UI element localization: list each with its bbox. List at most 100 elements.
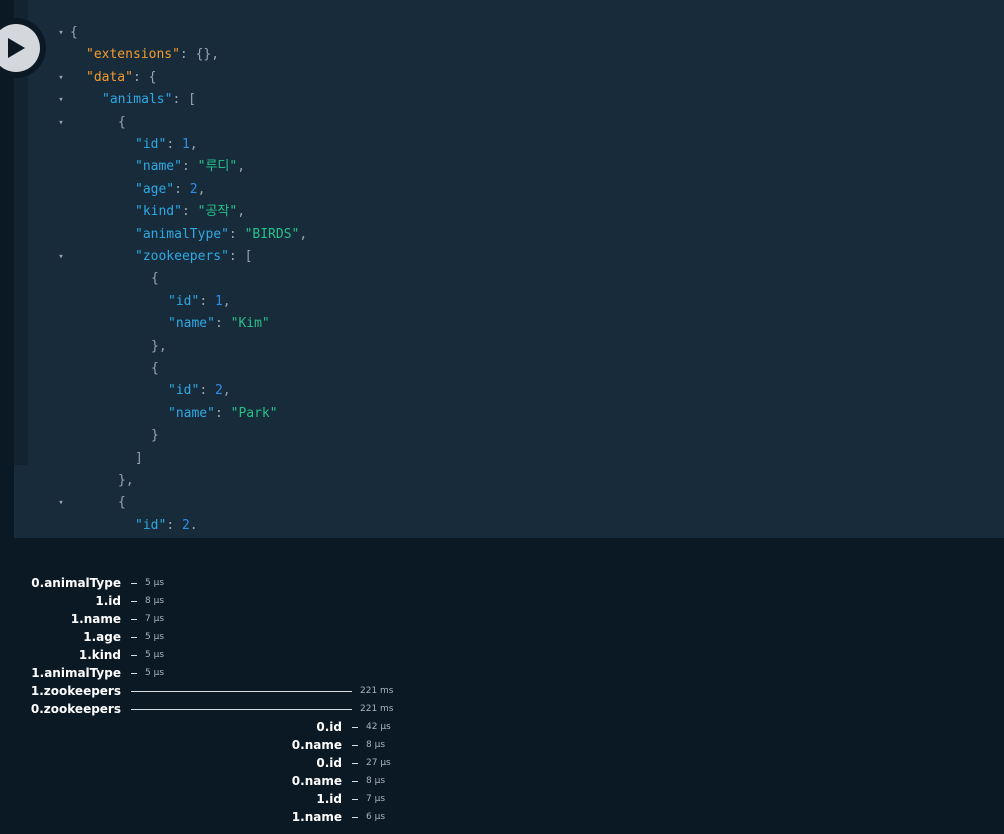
trace-duration: 5 µs [145,632,165,642]
json-token: : [181,204,198,219]
collapse-toggle-icon[interactable]: ▾ [56,67,66,89]
collapse-toggle-icon[interactable]: ▾ [56,246,66,268]
json-token: 1 [181,137,190,152]
trace-duration-bar [352,763,358,764]
trace-row[interactable]: 0.id 27 µs [0,754,1004,772]
json-token: "kind" [135,204,182,219]
json-token: , [197,182,206,197]
trace-row[interactable]: 1.name 7 µs [0,610,1004,628]
collapse-toggle-icon[interactable]: ▾ [56,89,66,111]
json-token: : { [132,70,157,85]
trace-field-label: 0.id [316,756,342,770]
trace-duration-bar [352,817,358,818]
json-token: , [299,227,308,242]
json-line: { [118,112,126,134]
json-token: "공작" [197,204,238,219]
trace-duration-bar [131,673,137,674]
json-token: "zookeepers" [135,249,229,264]
trace-field-label: 1.id [316,792,342,806]
json-line: "id": 2. [135,515,198,537]
trace-duration: 8 µs [366,740,386,750]
json-token: { [118,115,126,130]
trace-field-label: 0.name [291,738,342,752]
collapse-toggle-icon[interactable]: ▾ [56,112,66,134]
json-line: } [151,425,159,447]
tracing-panel[interactable]: 0.animalType 5 µs 1.id 8 µs 1.name 7 µs 1.age 5… [0,538,1004,834]
trace-row[interactable]: 0.zookeepers 221 ms [0,700,1004,718]
trace-field-label: 0.animalType [31,576,121,590]
json-token: "Park" [230,406,278,421]
json-token: , [222,294,231,309]
json-token: "name" [168,316,215,331]
trace-duration-bar [352,745,358,746]
json-token: "name" [135,159,182,174]
trace-duration: 221 ms [360,686,394,696]
json-token: { [70,25,78,40]
trace-field-label: 0.name [291,774,342,788]
json-token: "id" [168,294,200,309]
trace-row[interactable]: 1.kind 5 µs [0,646,1004,664]
json-token: 2 [181,518,190,533]
trace-duration-bar [131,637,137,638]
trace-duration-bar [131,691,352,692]
play-icon [0,24,40,72]
query-result-pane[interactable]: {▾ "extensions": {}, "data": {▾ "animals": … [14,0,1004,538]
json-token: , [237,159,246,174]
json-token: : [199,294,215,309]
json-line: "name": "Kim" [168,313,270,335]
trace-duration-bar [352,781,358,782]
json-token: 2 [189,182,198,197]
trace-row[interactable]: 0.animalType 5 µs [0,574,1004,592]
json-line: "id": 1, [135,134,198,156]
trace-duration: 27 µs [366,758,391,768]
json-line: "kind": "공작", [135,201,245,223]
trace-field-label: 1.id [95,594,121,608]
json-token: : [174,182,190,197]
json-line: "name": "루디", [135,156,245,178]
trace-row[interactable]: 1.zookeepers 221 ms [0,682,1004,700]
json-token: { [118,495,126,510]
trace-duration-bar [352,799,358,800]
json-token: : {}, [179,47,220,62]
trace-duration-bar [131,601,137,602]
trace-duration-bar [131,619,137,620]
json-line: "data": { [86,67,156,89]
json-line: }, [151,336,167,358]
json-line: "name": "Park" [168,403,278,425]
json-token: "extensions" [86,47,180,62]
json-line: "animals": [ [102,89,196,111]
trace-duration-bar [131,655,137,656]
json-token: }, [151,339,167,354]
trace-row[interactable]: 1.age 5 µs [0,628,1004,646]
trace-row[interactable]: 0.id 42 µs [0,718,1004,736]
trace-field-label: 1.kind [78,648,121,662]
json-token: "animals" [102,92,173,107]
json-line: { [70,22,78,44]
trace-duration-bar [352,727,358,728]
trace-duration: 42 µs [366,722,391,732]
trace-duration: 7 µs [366,794,386,804]
trace-duration: 5 µs [145,668,165,678]
trace-row[interactable]: 1.animalType 5 µs [0,664,1004,682]
trace-row[interactable]: 1.id 8 µs [0,592,1004,610]
trace-duration: 8 µs [145,596,165,606]
json-line: }, [118,470,134,492]
trace-duration: 5 µs [145,578,165,588]
trace-field-label: 1.name [291,810,342,824]
trace-row[interactable]: 0.name 8 µs [0,772,1004,790]
trace-row[interactable]: 1.name 6 µs [0,808,1004,826]
trace-duration: 7 µs [145,614,165,624]
json-token: : [ [228,249,253,264]
json-token: "name" [168,406,215,421]
trace-row[interactable]: 1.id 7 µs [0,790,1004,808]
collapse-toggle-icon[interactable]: ▾ [56,22,66,44]
json-line: "id": 1, [168,291,231,313]
json-token: : [228,227,245,242]
trace-field-label: 0.id [316,720,342,734]
json-line: "animalType": "BIRDS", [135,224,307,246]
json-token: "루디" [197,159,238,174]
trace-row[interactable]: 0.name 8 µs [0,736,1004,754]
trace-duration: 221 ms [360,704,394,714]
json-token: : [214,316,231,331]
collapse-toggle-icon[interactable]: ▾ [56,492,66,514]
